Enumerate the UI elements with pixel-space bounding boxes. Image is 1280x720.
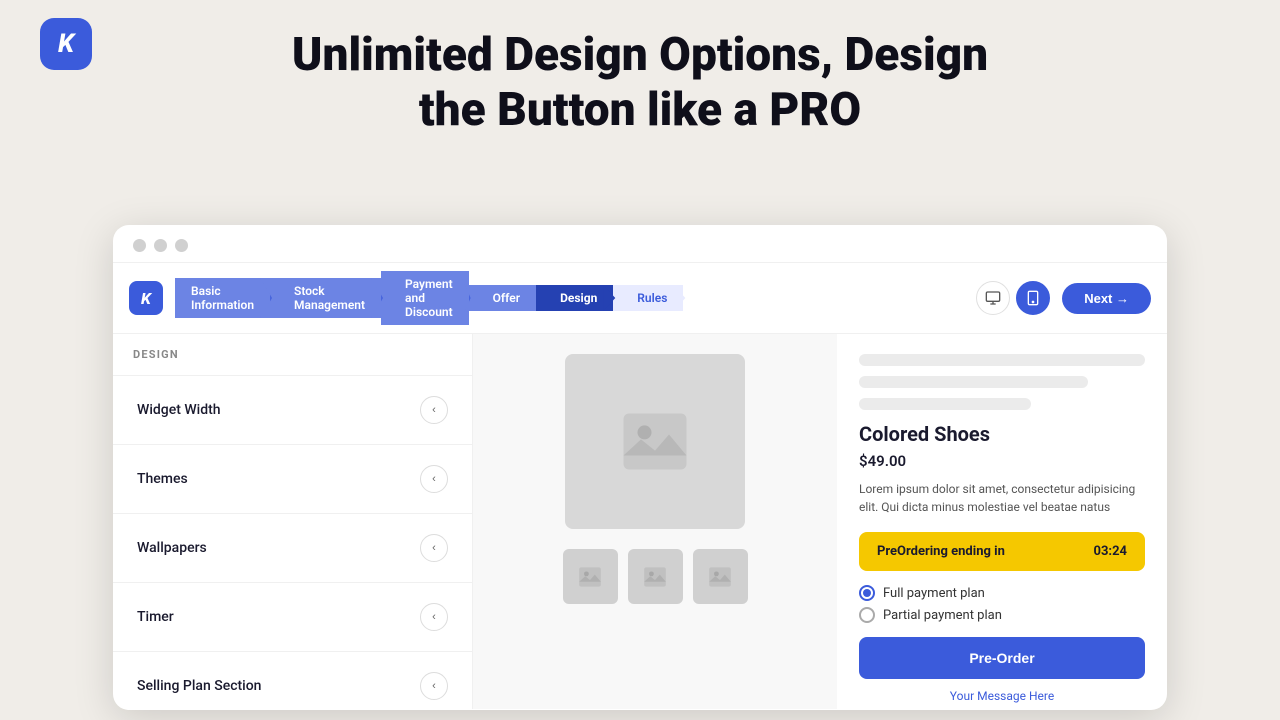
radio-partial xyxy=(859,607,875,623)
dot-1 xyxy=(133,239,146,252)
design-item-themes[interactable]: Themes ‹ xyxy=(113,445,472,514)
hero-title: Unlimited Design Options, Design the But… xyxy=(0,28,1280,138)
product-price: $49.00 xyxy=(859,452,1145,470)
product-title: Colored Shoes xyxy=(859,422,1145,446)
skeleton-line-3 xyxy=(859,398,1031,410)
timer-label: Timer xyxy=(137,609,174,625)
nav-bar: K Basic Information Stock Management Pay… xyxy=(113,263,1167,334)
radio-full-inner xyxy=(863,589,871,597)
thumbnail-3[interactable] xyxy=(693,549,748,604)
radio-full-outer xyxy=(859,585,875,601)
thumbnail-1[interactable] xyxy=(563,549,618,604)
nav-step-stock[interactable]: Stock Management xyxy=(270,278,381,318)
next-button-label: Next → xyxy=(1084,291,1129,306)
payment-option-partial[interactable]: Partial payment plan xyxy=(859,607,1145,623)
center-preview xyxy=(473,334,837,709)
hero-title-line1: Unlimited Design Options, Design xyxy=(292,28,988,82)
design-item-selling-plan[interactable]: Selling Plan Section ‹ xyxy=(113,652,472,709)
selling-plan-chevron[interactable]: ‹ xyxy=(420,672,448,700)
widget-width-label: Widget Width xyxy=(137,402,221,418)
design-header: DESIGN xyxy=(113,334,472,376)
payment-option-full-label: Full payment plan xyxy=(883,586,985,601)
nav-step-offer[interactable]: Offer xyxy=(469,285,536,311)
preorder-label: PreOrdering ending in xyxy=(877,544,1005,559)
dot-3 xyxy=(175,239,188,252)
design-item-wallpapers[interactable]: Wallpapers ‹ xyxy=(113,514,472,583)
payment-option-partial-label: Partial payment plan xyxy=(883,608,1002,623)
desktop-view-button[interactable] xyxy=(976,281,1010,315)
preorder-banner: PreOrdering ending in 03:24 xyxy=(859,532,1145,571)
nav-step-basic-info[interactable]: Basic Information xyxy=(175,278,270,318)
product-thumbnails xyxy=(563,549,748,604)
window-dots xyxy=(133,239,1147,252)
nav-steps: Basic Information Stock Management Payme… xyxy=(175,271,683,325)
design-item-timer[interactable]: Timer ‹ xyxy=(113,583,472,652)
skeleton-line-1 xyxy=(859,354,1145,366)
product-description: Lorem ipsum dolor sit amet, consectetur … xyxy=(859,480,1145,516)
right-panel: Colored Shoes $49.00 Lorem ipsum dolor s… xyxy=(837,334,1167,709)
nav-step-payment[interactable]: Payment and Discount xyxy=(381,271,469,325)
preorder-button-label: Pre-Order xyxy=(969,650,1034,666)
nav-logo-letter: K xyxy=(141,289,151,308)
preorder-timer: 03:24 xyxy=(1094,544,1128,559)
thumbnail-2[interactable] xyxy=(628,549,683,604)
design-header-label: DESIGN xyxy=(133,348,179,361)
timer-chevron[interactable]: ‹ xyxy=(420,603,448,631)
nav-step-label: Design xyxy=(560,291,597,305)
dot-2 xyxy=(154,239,167,252)
content-area: DESIGN Widget Width ‹ Themes ‹ Wallpaper… xyxy=(113,334,1167,709)
selling-plan-label: Selling Plan Section xyxy=(137,678,261,694)
nav-step-design[interactable]: Design xyxy=(536,285,613,311)
left-panel: DESIGN Widget Width ‹ Themes ‹ Wallpaper… xyxy=(113,334,473,709)
title-bar xyxy=(113,225,1167,263)
payment-option-full[interactable]: Full payment plan xyxy=(859,585,1145,601)
themes-chevron[interactable]: ‹ xyxy=(420,465,448,493)
design-item-widget-width[interactable]: Widget Width ‹ xyxy=(113,376,472,445)
product-main-image xyxy=(565,354,745,529)
nav-step-label: Basic Information xyxy=(191,284,254,312)
next-button[interactable]: Next → xyxy=(1062,283,1151,314)
tablet-view-button[interactable] xyxy=(1016,281,1050,315)
skeleton-line-2 xyxy=(859,376,1088,388)
wallpapers-chevron[interactable]: ‹ xyxy=(420,534,448,562)
nav-logo: K xyxy=(129,281,163,315)
nav-step-label: Payment and Discount xyxy=(405,277,453,319)
your-message-link[interactable]: Your Message Here xyxy=(859,689,1145,703)
payment-options: Full payment plan Partial payment plan xyxy=(859,585,1145,623)
nav-step-label: Rules xyxy=(637,291,667,305)
ui-card: K Basic Information Stock Management Pay… xyxy=(113,225,1167,710)
nav-step-label: Offer xyxy=(493,291,520,305)
nav-step-rules[interactable]: Rules xyxy=(613,285,683,311)
hero-title-line2: the Button like a PRO xyxy=(419,83,861,137)
preorder-button[interactable]: Pre-Order xyxy=(859,637,1145,679)
themes-label: Themes xyxy=(137,471,188,487)
nav-step-label: Stock Management xyxy=(294,284,365,312)
widget-width-chevron[interactable]: ‹ xyxy=(420,396,448,424)
view-toggle xyxy=(976,281,1050,315)
wallpapers-label: Wallpapers xyxy=(137,540,207,556)
